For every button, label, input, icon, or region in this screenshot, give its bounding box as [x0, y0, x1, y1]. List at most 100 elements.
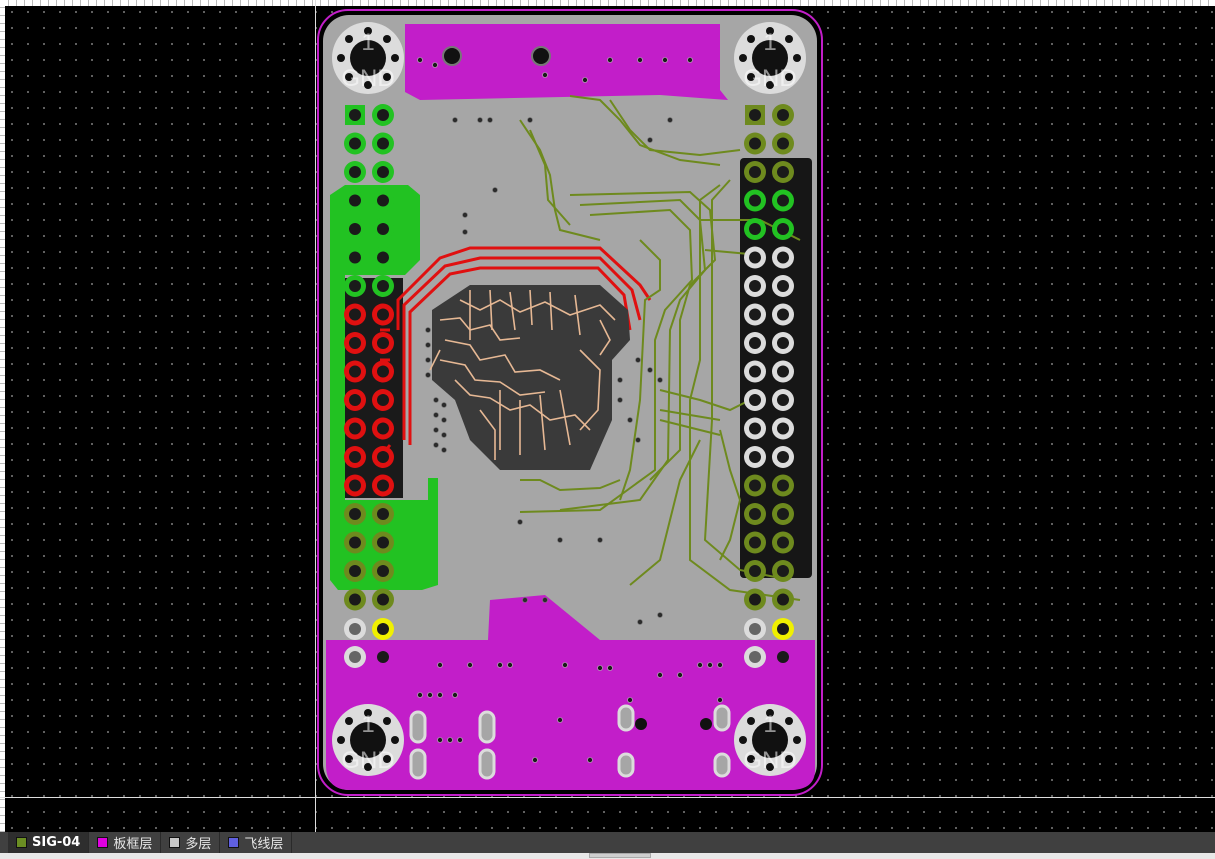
tab-label: 飞线层 — [244, 837, 284, 852]
pad-hole — [749, 166, 761, 178]
pad-hole — [377, 451, 389, 463]
pad-hole — [349, 223, 361, 235]
pad-hole — [349, 280, 361, 292]
pad-hole — [349, 109, 361, 121]
pad-hole — [777, 479, 789, 492]
pad-hole — [777, 593, 789, 606]
pad-hole — [349, 593, 361, 606]
pad-hole — [777, 365, 789, 378]
pad-hole — [777, 508, 789, 520]
pad-hole — [749, 565, 761, 577]
mount-hole-pin-label: 1 — [763, 29, 776, 56]
pad-hole — [777, 223, 789, 235]
pad-hole — [377, 337, 389, 349]
pad-hole — [749, 194, 761, 207]
pad-hole — [377, 194, 389, 207]
pad-hole — [377, 565, 389, 577]
pad-hole — [377, 536, 389, 549]
mount-hole-pin-label: 1 — [763, 711, 776, 738]
pad-hole — [777, 565, 789, 577]
pad-hole — [377, 251, 389, 264]
pad-hole — [749, 422, 761, 435]
pad-hole — [349, 337, 361, 349]
pad-hole — [349, 536, 361, 549]
pad-hole — [777, 280, 789, 292]
pad-hole — [749, 479, 761, 492]
pad-hole — [377, 479, 389, 492]
pad-hole — [377, 508, 389, 520]
pad-hole — [749, 508, 761, 520]
pad-hole — [777, 308, 789, 321]
panel-resize-grip[interactable] — [589, 853, 651, 858]
pad-hole — [777, 251, 789, 264]
pad-hole — [349, 651, 361, 663]
bottom-hole-2 — [700, 718, 712, 730]
pad-hole — [349, 365, 361, 378]
pad-hole — [377, 308, 389, 321]
mount-hole-pin-label: 1 — [361, 29, 374, 56]
tab-sig-04[interactable]: SIG-04 — [8, 832, 90, 853]
tab-label: 板框层 — [113, 837, 153, 852]
pad-hole — [777, 536, 789, 549]
pad-hole — [377, 280, 389, 292]
pad-hole — [749, 109, 761, 121]
pad-hole — [749, 337, 761, 349]
pad-hole — [777, 451, 789, 463]
pad-hole — [749, 593, 761, 606]
pad-hole — [377, 137, 389, 150]
pad-hole — [777, 394, 789, 406]
top-hole-left — [442, 46, 462, 66]
pad-hole — [349, 251, 361, 264]
pad-hole — [749, 280, 761, 292]
pad-hole — [349, 565, 361, 577]
top-hole-right — [531, 46, 551, 66]
pad-hole — [377, 166, 389, 178]
pad-hole — [349, 308, 361, 321]
pad-hole — [349, 166, 361, 178]
pad-hole — [377, 651, 389, 663]
pad-hole — [377, 394, 389, 406]
pad-hole — [777, 651, 789, 663]
tab-ratsnest[interactable]: 飞线层 — [220, 832, 293, 853]
pad-hole — [777, 109, 789, 121]
pad-hole — [777, 422, 789, 435]
mount-hole-net-label: GND — [743, 65, 796, 92]
pad-hole — [749, 451, 761, 463]
tab-label: 多层 — [185, 837, 212, 852]
mount-hole-net-label: GND — [341, 65, 394, 92]
pad-hole — [377, 422, 389, 435]
pad-hole — [749, 651, 761, 663]
tab-label: SIG-04 — [32, 835, 81, 850]
pad-hole — [749, 251, 761, 264]
layer-color-swatch — [228, 837, 240, 848]
pad-hole — [377, 365, 389, 378]
pad-hole — [349, 194, 361, 207]
pad-hole — [749, 394, 761, 406]
layer-color-swatch — [97, 837, 109, 848]
mount-hole-net-label: GND — [341, 747, 394, 774]
pad-hole — [349, 422, 361, 435]
pad-hole — [777, 137, 789, 150]
pcb-board[interactable]: 1 GND 1 GND 1 GND 1 GND J2 — [0, 0, 1215, 832]
pad-hole — [377, 623, 389, 635]
pad-hole — [777, 623, 789, 635]
pad-hole — [349, 451, 361, 463]
pad-hole — [749, 623, 761, 635]
pad-hole — [749, 137, 761, 150]
tab-multilayer[interactable]: 多层 — [161, 832, 221, 853]
pad-hole — [349, 394, 361, 406]
pad-hole — [377, 109, 389, 121]
pad-hole — [377, 223, 389, 235]
pad-hole — [349, 508, 361, 520]
pad-hole — [777, 166, 789, 178]
pad-hole — [777, 194, 789, 207]
pad-hole — [749, 308, 761, 321]
pad-hole — [349, 137, 361, 150]
pad-hole — [377, 593, 389, 606]
tab-board-frame[interactable]: 板框层 — [89, 832, 162, 853]
layer-tab-bar: SIG-04 板框层 多层 飞线层 — [0, 832, 1215, 853]
mount-hole-pin-label: 1 — [361, 711, 374, 738]
pad-hole — [749, 536, 761, 549]
bottom-hole-1 — [635, 718, 647, 730]
mount-hole-net-label: GND — [743, 747, 796, 774]
